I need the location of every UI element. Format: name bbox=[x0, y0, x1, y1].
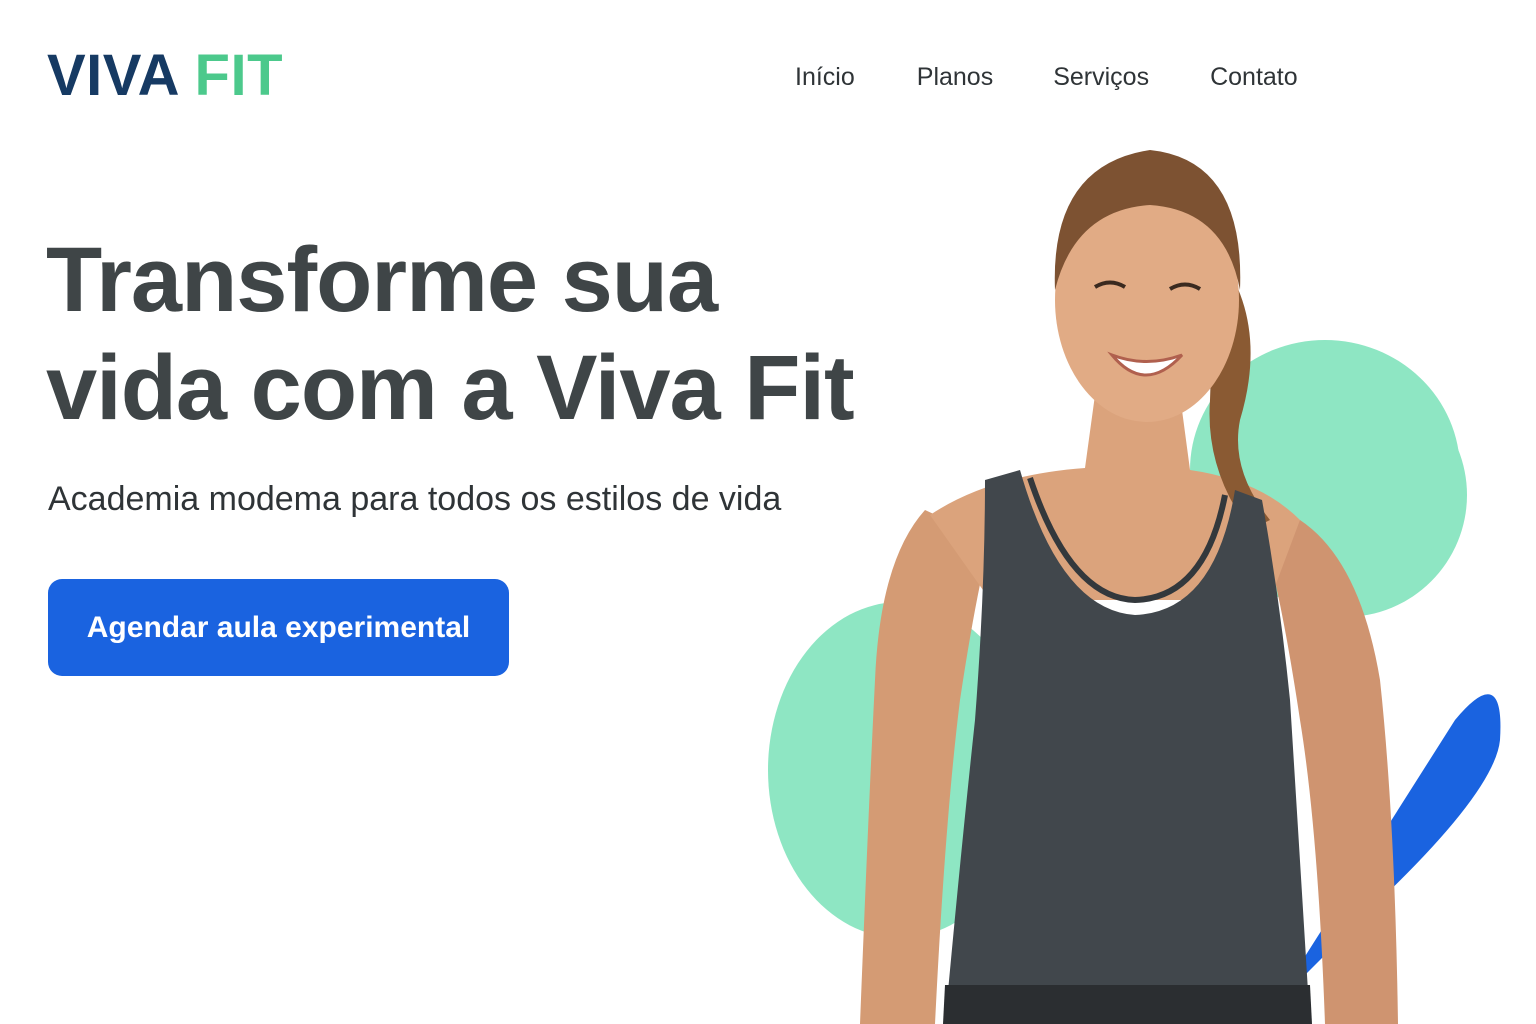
landing-page: VIVA FIT Início Planos Serviços Contato … bbox=[0, 0, 1536, 1024]
nav-link-inicio[interactable]: Início bbox=[795, 60, 855, 94]
person-pants bbox=[943, 985, 1312, 1024]
hero-headline-line-2: vida com a Viva Fit bbox=[46, 337, 855, 439]
hero-headline: Transforme sua vida com a Viva Fit bbox=[46, 226, 866, 442]
brand-word-fit: FIT bbox=[194, 43, 284, 108]
nav-link-planos[interactable]: Planos bbox=[917, 60, 993, 94]
brand-logo[interactable]: VIVA FIT bbox=[47, 44, 283, 108]
nav-link-servicos[interactable]: Serviços bbox=[1053, 60, 1149, 94]
schedule-trial-class-button[interactable]: Agendar aula experimental bbox=[48, 579, 509, 676]
main-nav: Início Planos Serviços Contato bbox=[795, 60, 1298, 94]
nav-link-contato[interactable]: Contato bbox=[1210, 60, 1298, 94]
hero-subtitle: Academia modema para todos os estilos de… bbox=[48, 480, 782, 518]
hero-headline-line-1: Transforme sua bbox=[46, 229, 718, 331]
brand-word-viva: VIVA bbox=[47, 43, 178, 108]
